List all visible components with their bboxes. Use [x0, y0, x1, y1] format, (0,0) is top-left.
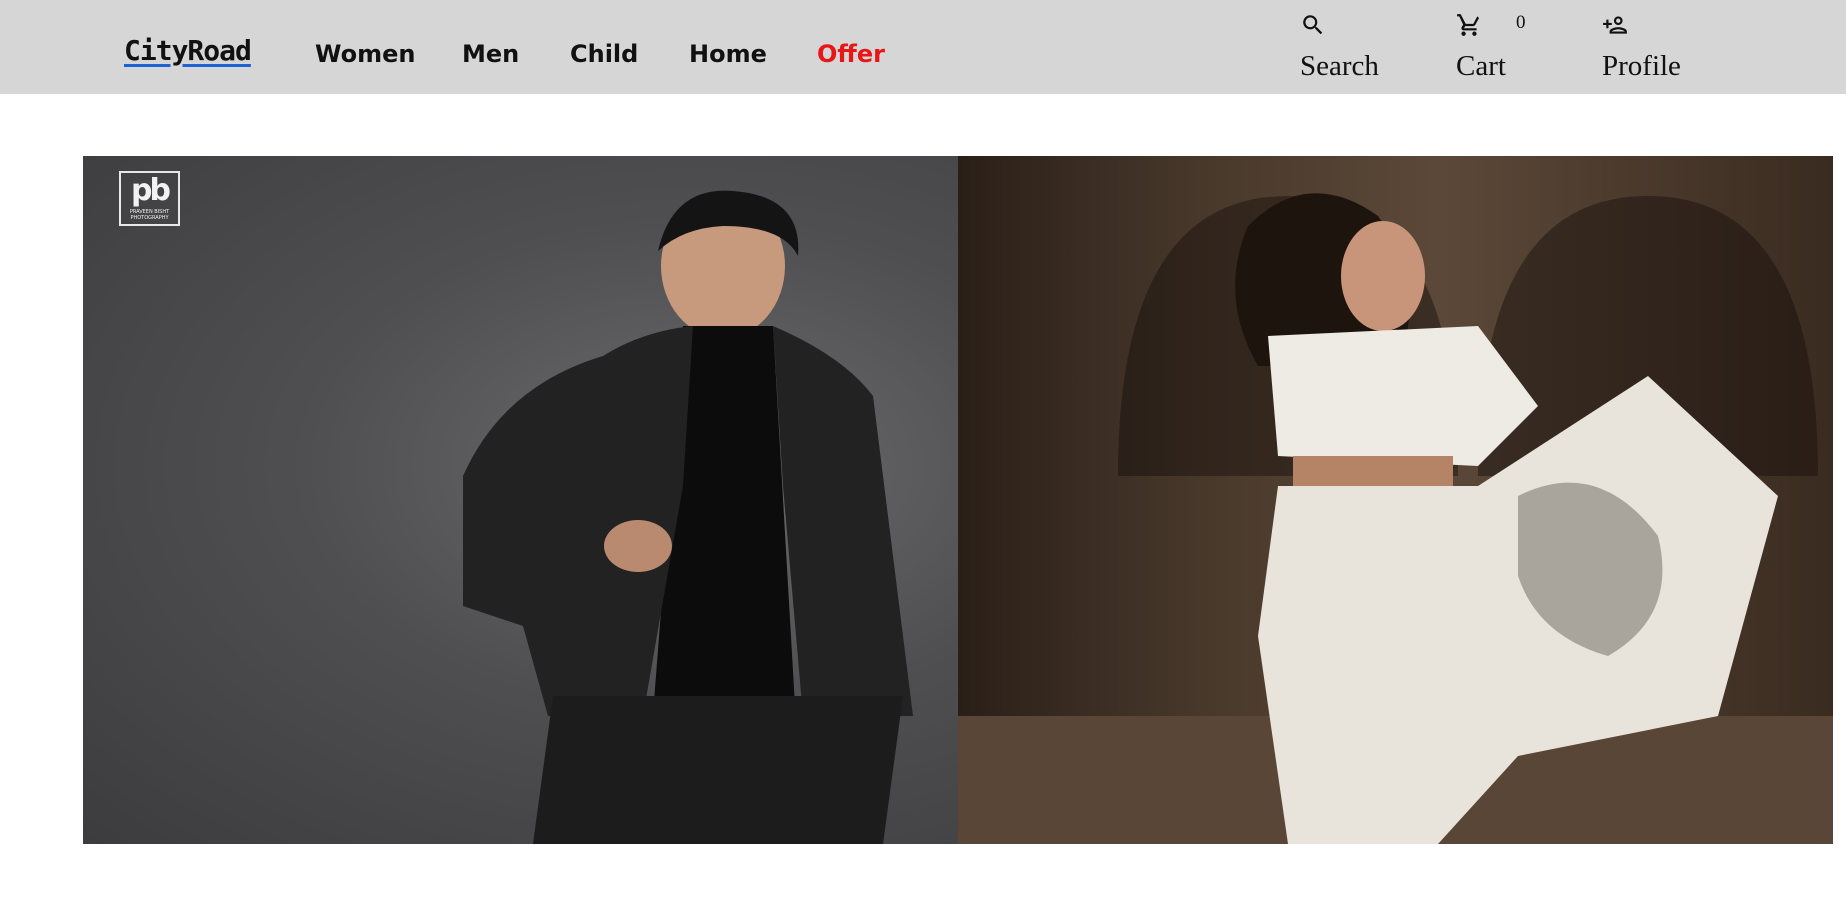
site-logo[interactable]: CityRoad	[124, 34, 252, 67]
nav-link-men[interactable]: Men	[462, 40, 519, 68]
person-add-icon	[1602, 12, 1681, 38]
top-navigation-bar: CityRoad Women Men Child Home Offer Sear…	[0, 0, 1846, 94]
hero-image-women[interactable]	[958, 156, 1833, 844]
man-in-suit-illustration	[463, 190, 913, 844]
nav-link-women[interactable]: Women	[315, 40, 415, 68]
cart-button[interactable]: Cart	[1456, 12, 1506, 83]
cart-label: Cart	[1456, 50, 1506, 82]
profile-button[interactable]: Profile	[1602, 12, 1681, 83]
cart-count-badge: 0	[1516, 12, 1526, 33]
nav-link-home[interactable]: Home	[689, 40, 767, 68]
hero-image-men[interactable]: pb PRAVEEN BISHT PHOTOGRAPHY	[83, 156, 958, 844]
nav-link-child[interactable]: Child	[570, 40, 638, 68]
cart-icon	[1456, 12, 1506, 38]
nav-link-offer[interactable]: Offer	[817, 40, 885, 68]
profile-label: Profile	[1602, 50, 1681, 82]
search-button[interactable]: Search	[1300, 12, 1379, 83]
woman-in-saree-illustration	[958, 193, 1833, 844]
search-label: Search	[1300, 50, 1379, 82]
hero-banner: pb PRAVEEN BISHT PHOTOGRAPHY	[83, 156, 1833, 844]
search-icon	[1300, 12, 1379, 38]
